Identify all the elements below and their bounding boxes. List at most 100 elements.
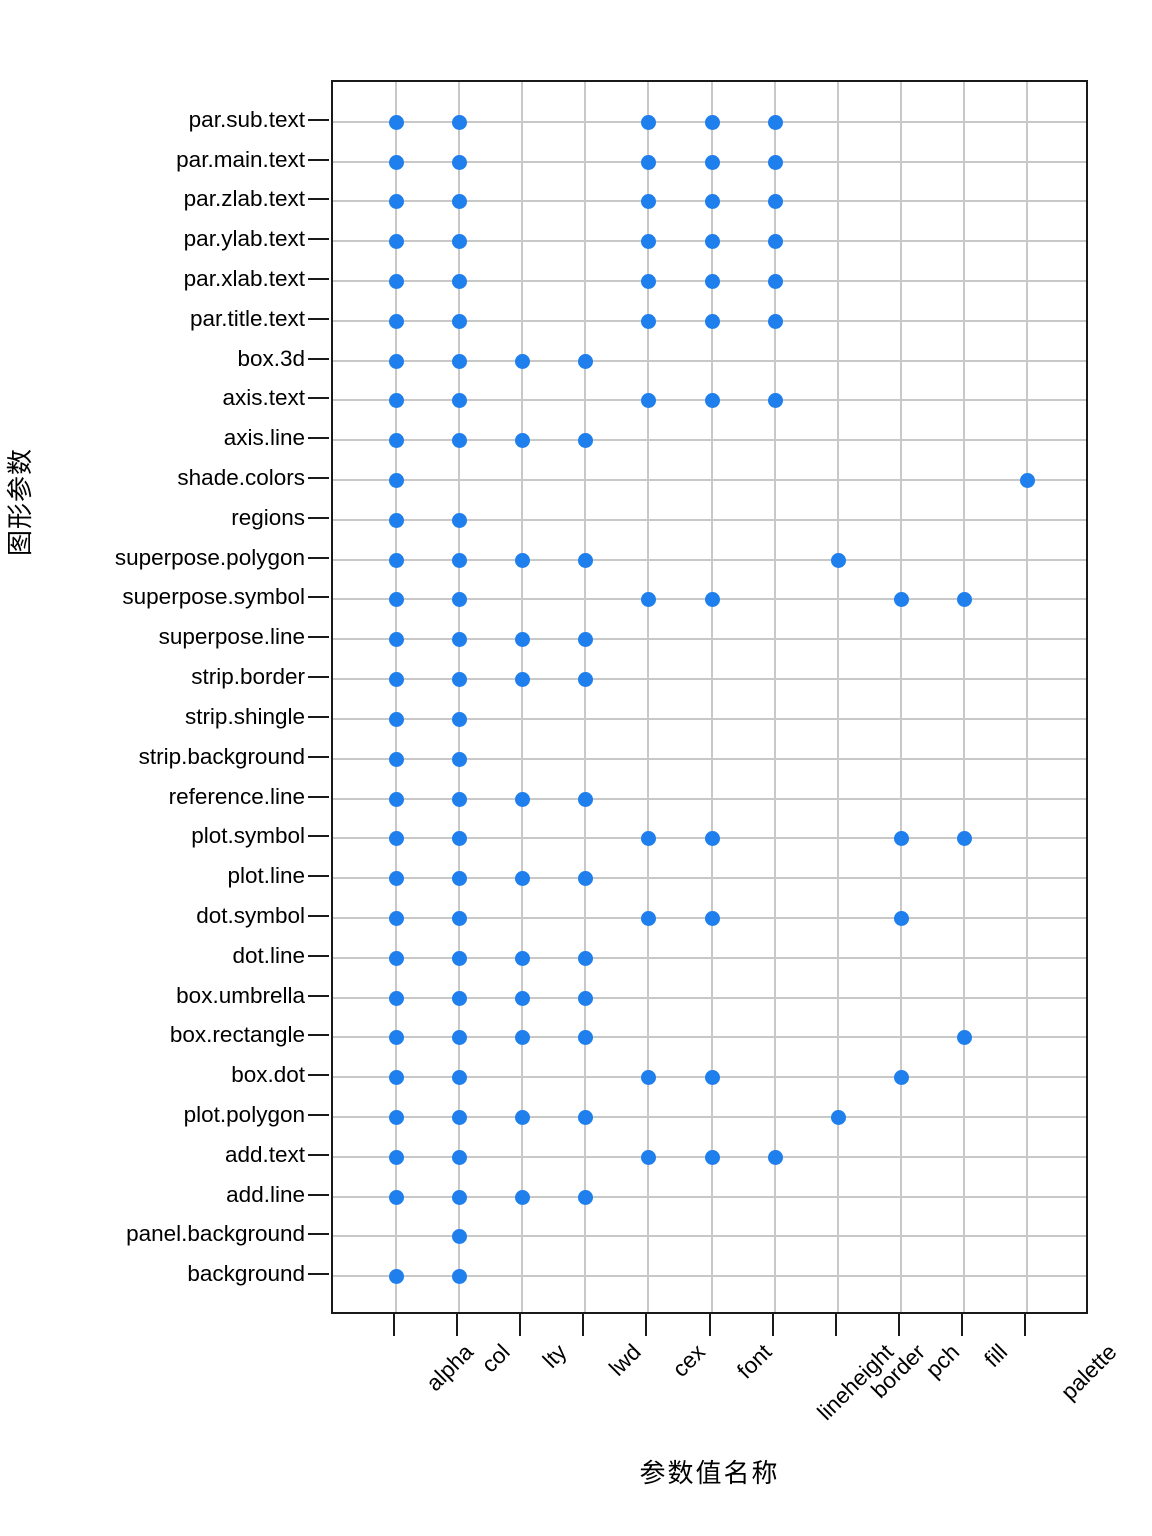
y-axis-tick (308, 915, 329, 917)
data-point (704, 1149, 720, 1165)
data-point (451, 1109, 467, 1125)
data-point (514, 1189, 530, 1205)
data-point (388, 1029, 404, 1045)
data-point (451, 313, 467, 329)
x-axis-tick (961, 1314, 963, 1336)
data-point (704, 193, 720, 209)
data-point (451, 990, 467, 1006)
data-point (767, 392, 783, 408)
data-point (388, 1268, 404, 1284)
y-axis-tick-label: par.main.text (176, 147, 305, 172)
data-point (451, 1268, 467, 1284)
y-axis-tick-label: box.umbrella (176, 983, 305, 1008)
data-point (893, 830, 909, 846)
x-axis-tick (1024, 1314, 1026, 1336)
y-axis-tick (308, 1233, 329, 1235)
data-point (514, 631, 530, 647)
data-point (640, 233, 656, 249)
y-axis-tick-label: panel.background (126, 1221, 305, 1246)
y-axis-tick-label: par.ylab.text (183, 226, 305, 251)
data-point (893, 910, 909, 926)
data-point (640, 273, 656, 289)
data-point (451, 671, 467, 687)
data-point (640, 313, 656, 329)
data-point (388, 1189, 404, 1205)
data-point (388, 791, 404, 807)
y-axis-tick (308, 358, 329, 360)
data-point (514, 552, 530, 568)
data-point (451, 950, 467, 966)
data-point (451, 631, 467, 647)
y-axis-tick (308, 1114, 329, 1116)
data-point (451, 552, 467, 568)
data-point (451, 154, 467, 170)
y-axis-tick-label: strip.shingle (184, 704, 305, 729)
x-axis-tick (645, 1314, 647, 1336)
data-point (577, 552, 593, 568)
y-axis-tick (308, 517, 329, 519)
data-point (451, 1228, 467, 1244)
data-point (893, 591, 909, 607)
data-point (451, 273, 467, 289)
data-point (577, 1189, 593, 1205)
y-axis-tick-label: reference.line (168, 784, 305, 809)
x-axis-tick-label: fill (979, 1339, 1013, 1372)
y-axis-tick (308, 955, 329, 957)
y-axis-tick (308, 397, 329, 399)
x-axis-tick (393, 1314, 395, 1336)
y-axis-tick-label: add.line (226, 1182, 305, 1207)
y-axis-tick-label: box.rectangle (169, 1022, 305, 1047)
data-point (640, 910, 656, 926)
data-point (767, 273, 783, 289)
y-axis-tick-label: strip.background (138, 744, 305, 769)
data-point (704, 830, 720, 846)
data-point (704, 114, 720, 130)
data-point (767, 313, 783, 329)
data-point (640, 830, 656, 846)
y-axis-tick-label: regions (231, 505, 305, 530)
data-point (514, 432, 530, 448)
y-axis-tick-label: par.zlab.text (183, 186, 305, 211)
data-point (388, 830, 404, 846)
x-axis-tick-label: alpha (421, 1339, 479, 1396)
data-point (388, 910, 404, 926)
x-axis-tick (456, 1314, 458, 1336)
x-axis-tick-label: col (476, 1339, 515, 1378)
data-point (577, 1029, 593, 1045)
data-point (388, 472, 404, 488)
scatter-matrix-figure: 图形参数 par.sub.text par.main.text par.zlab.t… (0, 0, 1152, 1536)
data-point (388, 751, 404, 767)
data-point (956, 591, 972, 607)
y-axis-tick-labels: par.sub.text par.main.text par.zlab.text pa… (0, 80, 305, 1314)
data-point (640, 154, 656, 170)
data-point (451, 1069, 467, 1085)
y-axis-tick-label: plot.line (227, 863, 305, 888)
data-point (388, 631, 404, 647)
y-axis-tick (308, 119, 329, 121)
data-point (640, 591, 656, 607)
y-axis-tick-label: background (187, 1261, 305, 1286)
plot-panel (331, 80, 1088, 1314)
data-point (451, 392, 467, 408)
y-axis-tick (308, 636, 329, 638)
y-axis-tick-label: plot.symbol (191, 823, 305, 848)
x-axis-tick (582, 1314, 584, 1336)
x-axis-tick-label: lwd (604, 1339, 646, 1381)
x-axis-tick (772, 1314, 774, 1336)
data-point (704, 154, 720, 170)
data-point (830, 1109, 846, 1125)
y-axis-tick (308, 318, 329, 320)
data-point (388, 392, 404, 408)
data-point (451, 870, 467, 886)
data-point (451, 1149, 467, 1165)
y-axis-tick (308, 1154, 329, 1156)
y-axis-tick-label: superpose.polygon (114, 545, 305, 570)
data-point (1019, 472, 1035, 488)
y-axis-tick-label: axis.text (222, 385, 305, 410)
data-point (577, 950, 593, 966)
data-point (388, 512, 404, 528)
x-axis-tick-label: font (732, 1339, 777, 1384)
data-point (388, 950, 404, 966)
data-point (388, 870, 404, 886)
data-point (640, 1069, 656, 1085)
